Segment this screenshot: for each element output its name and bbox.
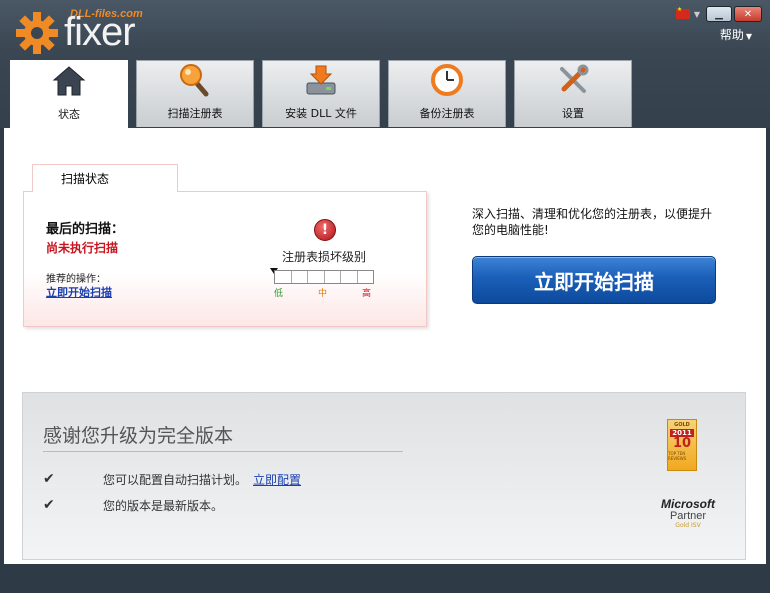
award-badge: GOLD 2011 10 TOP TEN REVIEWS — [667, 419, 697, 471]
checkmark-icon: ✔ — [43, 497, 55, 513]
app-logo: DLL-files.com fixer — [14, 6, 164, 56]
start-scan-link[interactable]: 立即开始扫描 — [46, 284, 112, 300]
feature-row: ✔ 您可以配置自动扫描计划。 立即配置 — [43, 471, 301, 487]
tab-scan-registry[interactable]: 扫描注册表 — [136, 60, 254, 127]
recommended-action-label: 推荐的操作： — [46, 274, 106, 285]
ms-name: Microsoft — [661, 497, 715, 511]
award-gold-label: GOLD — [674, 422, 690, 428]
home-icon — [52, 64, 86, 98]
gear-logo-icon — [16, 12, 58, 54]
brand-name: fixer — [64, 10, 136, 54]
ms-partner: Partner — [669, 510, 707, 522]
damage-level-scale: 低 中 高 — [274, 286, 374, 299]
status-page: 扫描状态 最后的扫描： 尚未执行扫描 推荐的操作： 立即开始扫描 ! 注册表损坏… — [4, 128, 766, 564]
promo-text: 深入扫描、清理和优化您的注册表，以便提升您的电脑性能! — [472, 207, 713, 237]
window-controls: ▼ ▁ ✕ — [675, 6, 762, 22]
meter-low-label: 低 — [274, 289, 284, 299]
help-menu[interactable]: 帮助 ▼ — [720, 26, 752, 43]
tab-settings[interactable]: 设置 — [514, 60, 632, 127]
tab-backup-registry[interactable]: 备份注册表 — [388, 60, 506, 127]
backup-clock-icon — [430, 63, 464, 97]
feature-row: ✔ 您的版本是最新版本。 — [43, 497, 223, 513]
ms-level: Gold ISV — [675, 522, 701, 529]
award-top: 10 — [672, 436, 692, 451]
install-drive-icon — [304, 63, 338, 97]
checkmark-icon: ✔ — [43, 471, 55, 487]
title-bar: DLL-files.com fixer ▼ ▁ ✕ 帮助▼ 状态 — [0, 0, 770, 128]
meter-high-label: 高 — [362, 289, 372, 299]
main-tabs: 状态 扫描注册表 安装 DLL 文件 备份注册表 设置 — [10, 60, 632, 128]
magnifier-icon — [178, 63, 212, 97]
language-dropdown-icon[interactable]: ▼ — [694, 10, 700, 19]
tab-label: 设置 — [562, 107, 584, 120]
feature-text: 您可以配置自动扫描计划。 — [103, 472, 248, 487]
tab-label: 安装 DLL 文件 — [285, 107, 357, 120]
upgrade-panel: 感谢您升级为完全版本 ✔ 您可以配置自动扫描计划。 立即配置 ✔ 您的版本是最新… — [22, 392, 746, 560]
tab-label: 状态 — [58, 108, 80, 121]
tab-status[interactable]: 状态 — [10, 60, 128, 128]
last-scan-label: 最后的扫描： — [46, 222, 125, 237]
tab-install-dll[interactable]: 安装 DLL 文件 — [262, 60, 380, 127]
damage-level-label: 注册表损坏级别 — [282, 250, 367, 264]
status-bar — [0, 564, 770, 593]
tab-label: 扫描注册表 — [167, 107, 223, 120]
language-flag-icon[interactable] — [675, 6, 690, 19]
divider — [43, 451, 403, 452]
alert-icon: ! — [314, 219, 336, 241]
upgrade-title: 感谢您升级为完全版本 — [43, 425, 234, 447]
damage-level-meter — [274, 270, 374, 284]
scan-status-tab: 扫描状态 — [32, 164, 178, 192]
help-label: 帮助 — [719, 28, 744, 42]
close-button[interactable]: ✕ — [734, 6, 762, 22]
tab-label: 备份注册表 — [419, 107, 475, 120]
start-scan-button[interactable]: 立即开始扫描 — [472, 256, 716, 304]
feature-text: 您的版本是最新版本。 — [103, 498, 224, 513]
meter-mid-label: 中 — [318, 289, 328, 299]
minimize-button[interactable]: ▁ — [706, 6, 732, 22]
tools-icon — [556, 63, 590, 97]
award-reviews: TOP TEN REVIEWS — [668, 451, 687, 461]
chevron-down-icon: ▼ — [745, 32, 752, 41]
last-scan-value: 尚未执行扫描 — [46, 241, 119, 255]
scan-status-panel: 最后的扫描： 尚未执行扫描 推荐的操作： 立即开始扫描 ! 注册表损坏级别 低 … — [23, 191, 427, 327]
microsoft-partner-logo: Microsoft Partner Gold ISV — [643, 497, 733, 529]
configure-now-link[interactable]: 立即配置 — [253, 471, 301, 488]
